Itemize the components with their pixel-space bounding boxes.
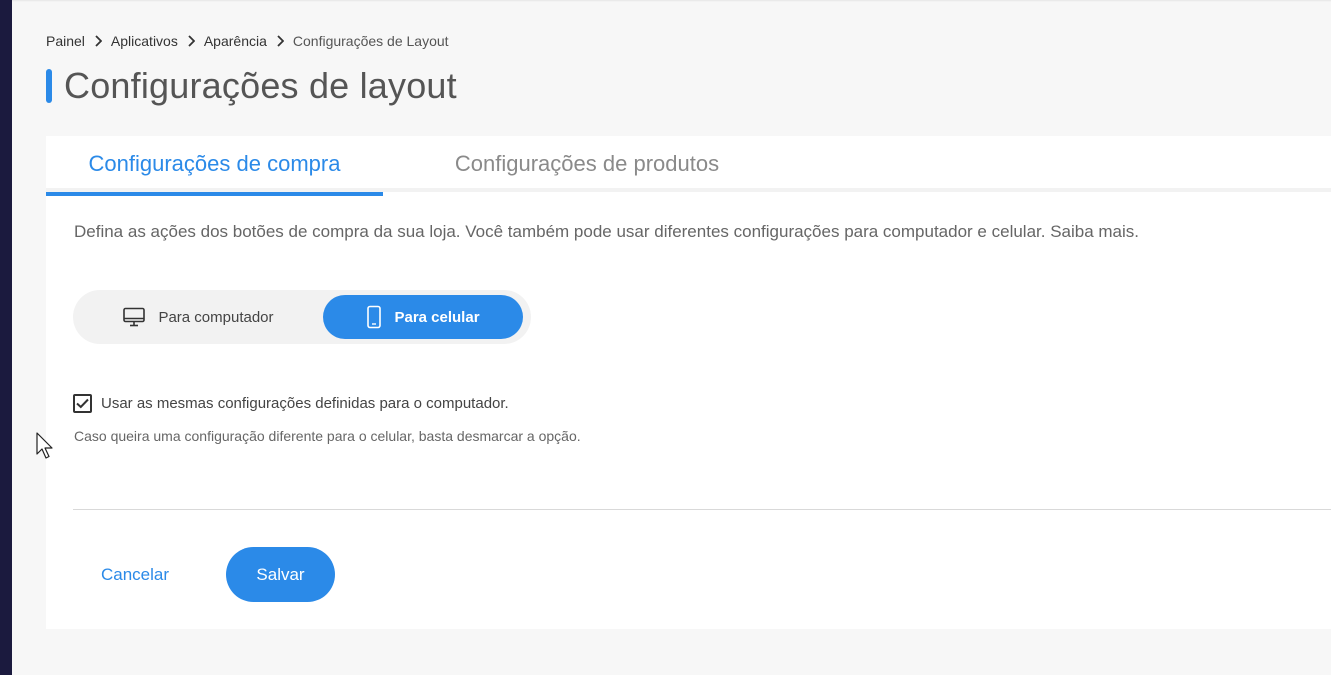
helper-text: Caso queira uma configuração diferente p… — [74, 428, 581, 444]
divider — [73, 509, 1331, 510]
breadcrumb-item-aparencia[interactable]: Aparência — [204, 33, 267, 49]
device-toggle: Para computador Para celular — [73, 290, 531, 344]
same-settings-label[interactable]: Usar as mesmas configurações definidas p… — [101, 395, 509, 412]
save-button[interactable]: Salvar — [226, 547, 335, 602]
breadcrumb-item-current: Configurações de Layout — [292, 33, 449, 49]
tab-product-settings[interactable]: Configurações de produtos — [422, 136, 752, 192]
chevron-right-icon — [85, 31, 111, 51]
top-shadow — [12, 0, 1331, 2]
same-settings-option: Usar as mesmas configurações definidas p… — [73, 393, 509, 413]
tab-bar: Configurações de compra Configurações de… — [46, 136, 1331, 196]
page-header: Configurações de layout — [46, 65, 457, 106]
desktop-toggle-label: Para computador — [158, 308, 274, 326]
chevron-right-icon — [178, 31, 204, 51]
cancel-button[interactable]: Cancelar — [101, 563, 169, 587]
tab-purchase-settings[interactable]: Configurações de compra — [46, 136, 383, 196]
desktop-toggle-button[interactable]: Para computador — [79, 295, 317, 339]
breadcrumb-item-painel[interactable]: Painel — [46, 33, 85, 49]
breadcrumb: Painel Aplicativos Aparência Configuraçõ… — [46, 31, 449, 51]
desktop-icon — [122, 307, 146, 327]
mobile-toggle-label: Para celular — [394, 308, 480, 326]
checkmark-icon — [76, 398, 89, 408]
section-description: Defina as ações dos botões de compra da … — [74, 222, 1140, 241]
left-rail — [0, 0, 12, 675]
title-accent-bar — [46, 69, 52, 103]
mobile-phone-icon — [366, 305, 382, 329]
mobile-toggle-button[interactable]: Para celular — [323, 295, 523, 339]
breadcrumb-item-aplicativos[interactable]: Aplicativos — [111, 33, 178, 49]
page-title: Configurações de layout — [64, 65, 457, 106]
settings-card: Configurações de compra Configurações de… — [46, 136, 1331, 629]
mouse-cursor-icon — [36, 432, 53, 459]
chevron-right-icon — [267, 31, 293, 51]
same-settings-checkbox[interactable] — [73, 393, 92, 413]
